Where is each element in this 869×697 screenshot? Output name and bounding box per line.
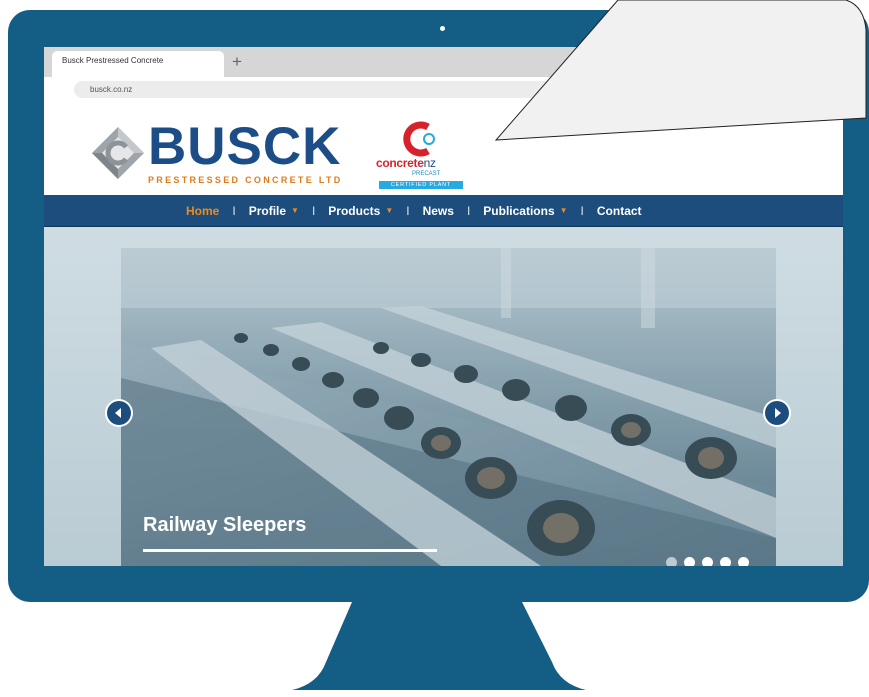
nav-news[interactable]: News <box>423 204 454 218</box>
nav-publications[interactable]: Publications ▼ <box>483 204 567 218</box>
url-field[interactable]: busck.co.nz <box>74 81 834 98</box>
site-header: BUSCK PRESTRESSED CONCRETE LTD concreten… <box>44 103 843 195</box>
slider-dot[interactable] <box>684 557 695 566</box>
monitor-camera <box>440 26 445 31</box>
slider-dot[interactable] <box>720 557 731 566</box>
nav-separator: I <box>311 203 316 218</box>
nav-profile-label: Profile <box>248 203 287 218</box>
browser-tab[interactable]: Busck Prestressed Concrete <box>52 51 224 77</box>
concretenz-wordmark: concretenz <box>376 156 436 170</box>
slider-prev-button[interactable] <box>105 399 133 427</box>
concretenz-cert-label: CERTIFIED PLANT <box>379 181 463 189</box>
slider-dot[interactable] <box>666 557 677 566</box>
new-tab-button[interactable]: + <box>232 51 242 73</box>
concretenz-badge[interactable]: concretenz PRECAST CERTIFIED PLANT <box>376 119 466 191</box>
main-nav: Home I Profile ▼ I Products ▼ I News I Pub… <box>44 195 843 227</box>
slider-next-button[interactable] <box>763 399 791 427</box>
nav-separator: I <box>232 203 236 218</box>
nav-contact[interactable]: Contact <box>597 204 642 218</box>
slider-dot[interactable] <box>738 557 749 566</box>
nav-items: Home I Profile ▼ I Products ▼ I News I Pub… <box>186 195 642 226</box>
nav-publications-label: Publications <box>483 203 555 218</box>
caret-down-icon: ▼ <box>385 206 394 215</box>
browser-window: Busck Prestressed Concrete + busck.co.nz… <box>44 47 843 566</box>
address-bar: busck.co.nz <box>44 77 843 103</box>
logo-tagline: PRESTRESSED CONCRETE LTD <box>148 175 343 185</box>
nav-separator: I <box>466 203 471 218</box>
arrow-right-icon <box>765 401 789 425</box>
nav-profile[interactable]: Profile ▼ <box>249 204 299 218</box>
nav-home[interactable]: Home <box>186 204 219 218</box>
arrow-left-icon <box>107 401 131 425</box>
concretenz-word-main: concrete <box>376 156 424 170</box>
slider-dot[interactable] <box>702 557 713 566</box>
nav-products[interactable]: Products ▼ <box>328 204 393 218</box>
slide-caption: Railway Sleepers <box>143 514 307 536</box>
tab-bar: Busck Prestressed Concrete + <box>44 47 843 77</box>
caret-down-icon: ▼ <box>291 206 299 215</box>
concretenz-c-icon <box>403 121 435 157</box>
busck-logo-icon[interactable] <box>90 125 146 181</box>
caret-down-icon: ▼ <box>559 206 568 215</box>
nav-products-label: Products <box>328 203 381 218</box>
hero-slide-image[interactable]: Railway Sleepers <box>121 248 776 566</box>
concretenz-precast: PRECAST <box>412 171 441 177</box>
nav-separator: I <box>406 203 410 218</box>
nav-separator: I <box>580 203 584 218</box>
logo-wordmark[interactable]: BUSCK <box>148 119 341 175</box>
slider-dots <box>666 557 749 566</box>
concretenz-word-suffix: nz <box>423 156 436 170</box>
slide-caption-underline <box>143 549 437 552</box>
